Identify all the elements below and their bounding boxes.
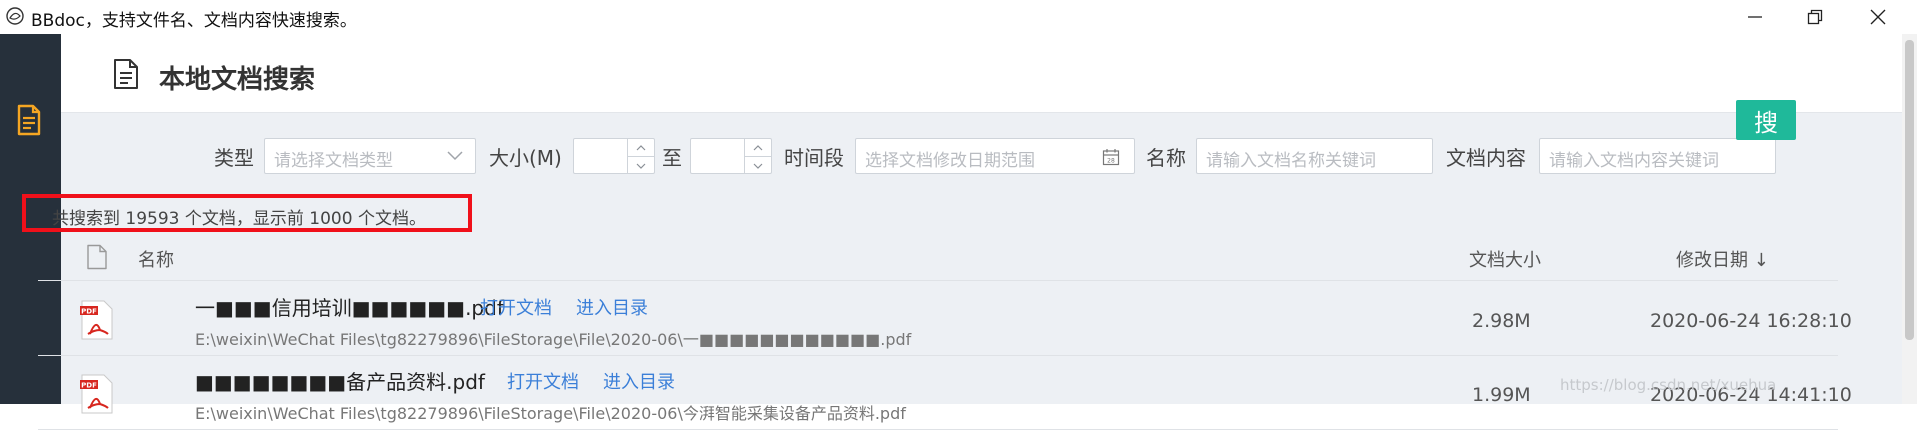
column-size[interactable]: 文档大小 (1469, 246, 1541, 272)
restore-icon (1807, 9, 1823, 25)
open-directory-link[interactable]: 进入目录 (603, 368, 675, 394)
watermark: https://blog.csdn.net/xuehua (1560, 376, 1777, 394)
close-icon (1870, 9, 1886, 25)
chevron-up-icon (636, 144, 646, 150)
size-min-increment[interactable] (628, 139, 654, 156)
name-placeholder: 请输入文档名称关键词 (1206, 151, 1376, 171)
content-label: 文档内容 (1446, 146, 1526, 170)
file-name: 一■■■信用培训■■■■■■.pdf (195, 296, 504, 320)
result-summary: 共搜索到 19593 个文档，显示前 1000 个文档。 (22, 194, 472, 232)
file-column-icon (87, 244, 107, 270)
size-max-stepper[interactable] (690, 138, 772, 174)
svg-text:PDF: PDF (81, 382, 97, 390)
size-max-increment[interactable] (745, 139, 771, 156)
size-max-stepper-arrows (744, 139, 771, 173)
svg-text:PDF: PDF (81, 308, 97, 316)
restore-button[interactable] (1785, 0, 1845, 34)
title-bar: BBdoc，支持文件名、文档内容快速搜索。 (0, 0, 1917, 34)
name-input[interactable]: 请输入文档名称关键词 (1196, 138, 1433, 174)
file-name: ■■■■■■■■备产品资料.pdf (195, 370, 485, 394)
app-logo-icon (6, 7, 24, 25)
period-label: 时间段 (784, 146, 844, 170)
file-size: 1.99M (1472, 384, 1531, 406)
column-name[interactable]: 名称 (138, 246, 174, 272)
window-title: BBdoc，支持文件名、文档内容快速搜索。 (31, 11, 357, 31)
table-row[interactable]: PDF 一■■■信用培训■■■■■■.pdf 打开文档 进入目录 E:\weix… (38, 282, 1852, 356)
file-path: E:\weixin\WeChat Files\tg82279896\FileSt… (195, 330, 912, 349)
chevron-up-icon (753, 144, 763, 150)
period-placeholder: 选择文档修改日期范围 (865, 151, 1035, 171)
name-label: 名称 (1146, 146, 1186, 170)
minimize-button[interactable] (1725, 0, 1785, 34)
file-size: 2.98M (1472, 310, 1531, 332)
modified-date: 2020-06-24 16:28:10 (1650, 310, 1852, 332)
page-header: 本地文档搜索 (61, 34, 1917, 113)
date-range-picker[interactable]: 选择文档修改日期范围 28 (855, 138, 1135, 174)
open-document-link[interactable]: 打开文档 (480, 294, 552, 320)
type-select[interactable]: 请选择文档类型 (264, 138, 476, 174)
summary-text: 共搜索到 19593 个文档，显示前 1000 个文档。 (52, 209, 426, 229)
type-label: 类型 (214, 146, 254, 170)
calendar-icon: 28 (1102, 149, 1120, 166)
close-button[interactable] (1848, 0, 1908, 34)
content-placeholder: 请输入文档内容关键词 (1549, 151, 1719, 171)
scrollbar-thumb[interactable] (1905, 40, 1914, 340)
chevron-down-icon (636, 163, 646, 169)
page-title: 本地文档搜索 (159, 65, 316, 95)
minimize-icon (1748, 16, 1762, 18)
size-min-decrement[interactable] (628, 156, 654, 174)
size-max-decrement[interactable] (745, 156, 771, 174)
document-icon[interactable] (15, 104, 43, 136)
search-button[interactable]: 搜 (1736, 100, 1796, 140)
svg-text:28: 28 (1107, 158, 1115, 165)
open-document-link[interactable]: 打开文档 (507, 368, 579, 394)
chevron-down-icon (447, 151, 463, 161)
pdf-file-icon: PDF (80, 374, 113, 414)
open-directory-link[interactable]: 进入目录 (576, 294, 648, 320)
size-to-label: 至 (662, 146, 682, 170)
pdf-file-icon: PDF (80, 300, 113, 340)
chevron-down-icon (753, 163, 763, 169)
page-document-icon (114, 59, 138, 89)
size-min-stepper[interactable] (573, 138, 655, 174)
content-input[interactable]: 请输入文档内容关键词 (1539, 138, 1776, 174)
table-header: 名称 文档大小 修改日期 ↓ (38, 232, 1838, 281)
column-date[interactable]: 修改日期 ↓ (1676, 246, 1769, 272)
size-min-stepper-arrows (627, 139, 654, 173)
type-placeholder: 请选择文档类型 (274, 151, 393, 171)
size-label: 大小(M) (489, 146, 562, 170)
